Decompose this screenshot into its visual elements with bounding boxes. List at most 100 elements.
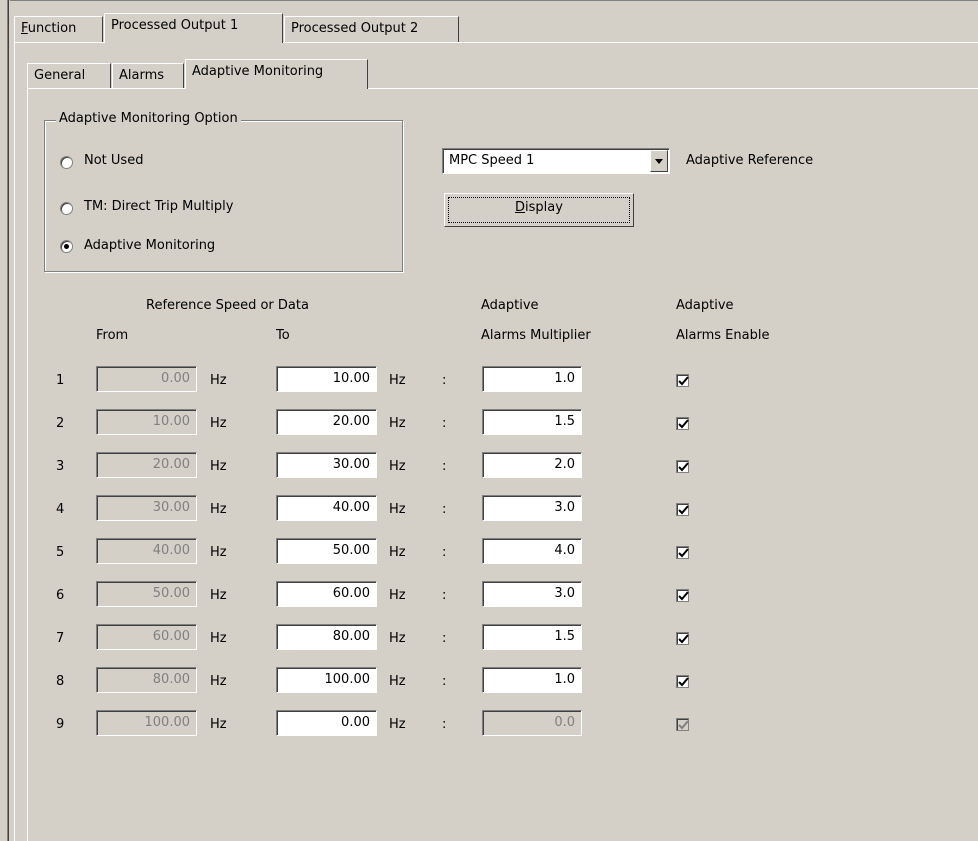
from-field: 30.00 bbox=[96, 495, 197, 521]
to-field[interactable]: 30.00 bbox=[276, 452, 377, 478]
enable-checkbox[interactable] bbox=[676, 417, 689, 430]
to-unit: Hz bbox=[389, 588, 406, 603]
top-divider bbox=[10, 0, 978, 1]
from-unit: Hz bbox=[210, 373, 227, 388]
separator: : bbox=[442, 674, 447, 689]
from-field: 100.00 bbox=[96, 710, 197, 736]
tab-processed-output-2[interactable]: Processed Output 2 bbox=[284, 16, 459, 42]
radio-direct-trip-multiply[interactable] bbox=[60, 202, 73, 215]
row-number: 7 bbox=[56, 631, 65, 646]
separator: : bbox=[442, 416, 447, 431]
row-number: 5 bbox=[56, 545, 65, 560]
to-unit: Hz bbox=[389, 416, 406, 431]
from-unit: Hz bbox=[210, 502, 227, 517]
focus-ring bbox=[448, 197, 630, 223]
tab-general-label: General bbox=[34, 68, 86, 83]
from-field: 20.00 bbox=[96, 452, 197, 478]
separator: : bbox=[442, 717, 447, 732]
row-number: 2 bbox=[56, 416, 65, 431]
from-field: 50.00 bbox=[96, 581, 197, 607]
tab-alarms[interactable]: Alarms bbox=[112, 63, 184, 89]
header-multiplier-line1: Adaptive bbox=[481, 298, 539, 313]
to-field[interactable]: 100.00 bbox=[276, 667, 377, 693]
row-number: 4 bbox=[56, 502, 65, 517]
separator: : bbox=[442, 588, 447, 603]
tab-adaptive-monitoring[interactable]: Adaptive Monitoring bbox=[185, 59, 368, 89]
adaptive-reference-select[interactable]: MPC Speed 1 bbox=[442, 148, 670, 174]
from-unit: Hz bbox=[210, 416, 227, 431]
to-field[interactable]: 60.00 bbox=[276, 581, 377, 607]
to-unit: Hz bbox=[389, 545, 406, 560]
radio-direct-trip-multiply-label: TM: Direct Trip Multiply bbox=[84, 199, 234, 214]
multiplier-field[interactable]: 1.0 bbox=[482, 667, 582, 693]
multiplier-field[interactable]: 1.5 bbox=[482, 409, 582, 435]
to-unit: Hz bbox=[389, 502, 406, 517]
separator: : bbox=[442, 373, 447, 388]
from-field: 60.00 bbox=[96, 624, 197, 650]
from-unit: Hz bbox=[210, 631, 227, 646]
tab-processed-output-1[interactable]: Processed Output 1 bbox=[104, 13, 283, 43]
tab-function[interactable]: Function bbox=[14, 16, 103, 42]
header-from: From bbox=[96, 328, 129, 343]
tab-adaptive-monitoring-label: Adaptive Monitoring bbox=[192, 64, 324, 79]
to-unit: Hz bbox=[389, 459, 406, 474]
window-left-edge bbox=[0, 0, 9, 841]
multiplier-field[interactable]: 3.0 bbox=[482, 495, 582, 521]
chevron-down-icon[interactable] bbox=[650, 150, 668, 172]
tab-processed-output-1-label: Processed Output 1 bbox=[111, 18, 239, 33]
row-number: 3 bbox=[56, 459, 65, 474]
from-unit: Hz bbox=[210, 717, 227, 732]
multiplier-field[interactable]: 1.0 bbox=[482, 366, 582, 392]
separator: : bbox=[442, 631, 447, 646]
tab-processed-output-2-label: Processed Output 2 bbox=[291, 21, 419, 36]
tab-alarms-label: Alarms bbox=[119, 68, 165, 83]
multiplier-field[interactable]: 2.0 bbox=[482, 452, 582, 478]
to-field[interactable]: 40.00 bbox=[276, 495, 377, 521]
row-number: 6 bbox=[56, 588, 65, 603]
enable-checkbox bbox=[676, 718, 689, 731]
radio-adaptive-monitoring-label: Adaptive Monitoring bbox=[84, 238, 216, 253]
enable-checkbox[interactable] bbox=[676, 374, 689, 387]
row-number: 8 bbox=[56, 674, 65, 689]
row-number: 9 bbox=[56, 717, 65, 732]
to-field[interactable]: 10.00 bbox=[276, 366, 377, 392]
radio-not-used-label: Not Used bbox=[84, 153, 144, 168]
separator: : bbox=[442, 502, 447, 517]
enable-checkbox[interactable] bbox=[676, 632, 689, 645]
enable-checkbox[interactable] bbox=[676, 546, 689, 559]
separator: : bbox=[442, 459, 447, 474]
separator: : bbox=[442, 545, 447, 560]
multiplier-field[interactable]: 1.5 bbox=[482, 624, 582, 650]
to-field[interactable]: 50.00 bbox=[276, 538, 377, 564]
row-number: 1 bbox=[56, 373, 65, 388]
radio-adaptive-monitoring[interactable] bbox=[60, 240, 73, 253]
multiplier-field: 0.0 bbox=[482, 710, 582, 736]
adaptive-reference-label: Adaptive Reference bbox=[686, 153, 814, 168]
from-unit: Hz bbox=[210, 588, 227, 603]
to-unit: Hz bbox=[389, 674, 406, 689]
to-unit: Hz bbox=[389, 373, 406, 388]
header-reference-speed: Reference Speed or Data bbox=[146, 298, 309, 313]
multiplier-field[interactable]: 4.0 bbox=[482, 538, 582, 564]
header-enable-line1: Adaptive bbox=[676, 298, 734, 313]
from-unit: Hz bbox=[210, 674, 227, 689]
to-field[interactable]: 80.00 bbox=[276, 624, 377, 650]
from-field: 40.00 bbox=[96, 538, 197, 564]
tab-general[interactable]: General bbox=[27, 63, 111, 89]
display-button[interactable]: Display bbox=[444, 193, 634, 227]
enable-checkbox[interactable] bbox=[676, 460, 689, 473]
enable-checkbox[interactable] bbox=[676, 675, 689, 688]
radio-not-used[interactable] bbox=[60, 156, 73, 169]
multiplier-field[interactable]: 3.0 bbox=[482, 581, 582, 607]
from-field: 10.00 bbox=[96, 409, 197, 435]
header-enable-line2: Alarms Enable bbox=[676, 328, 770, 343]
from-field: 80.00 bbox=[96, 667, 197, 693]
enable-checkbox[interactable] bbox=[676, 589, 689, 602]
enable-checkbox[interactable] bbox=[676, 503, 689, 516]
from-field: 0.00 bbox=[96, 366, 197, 392]
from-unit: Hz bbox=[210, 545, 227, 560]
to-field[interactable]: 0.00 bbox=[276, 710, 377, 736]
to-field[interactable]: 20.00 bbox=[276, 409, 377, 435]
adaptive-reference-selected: MPC Speed 1 bbox=[449, 153, 535, 168]
to-unit: Hz bbox=[389, 631, 406, 646]
